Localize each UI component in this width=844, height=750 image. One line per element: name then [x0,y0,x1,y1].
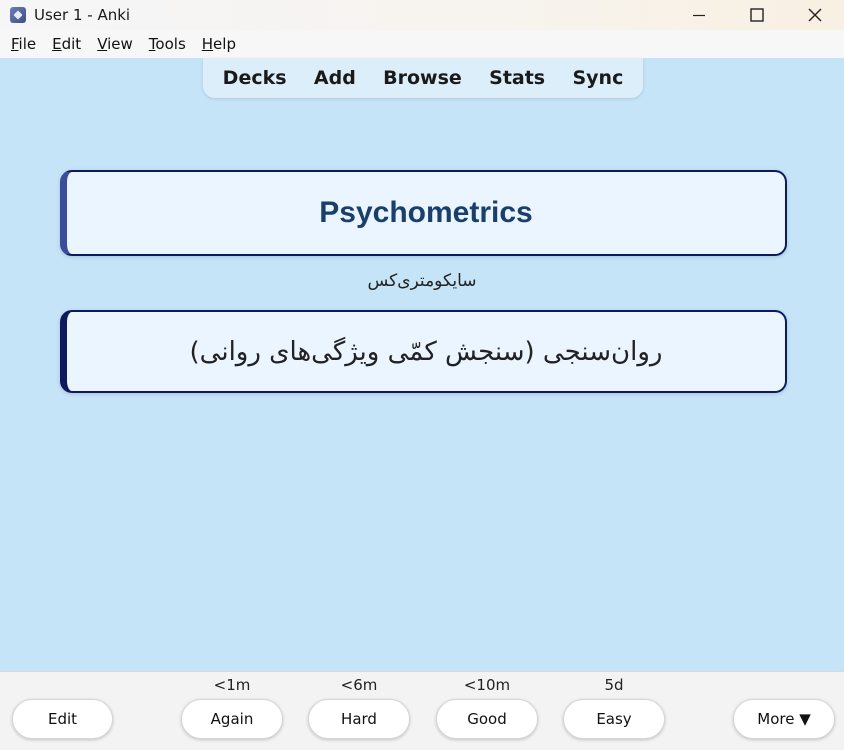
decks-link[interactable]: Decks [223,67,287,89]
menu-view-mnemonic: V [97,35,108,53]
again-interval: <1m [213,676,251,694]
card-hint-text: سایکومتری‌کس [367,271,477,291]
again-button[interactable]: Again [181,699,283,739]
menu-file-label: ile [18,35,37,53]
good-interval: <10m [463,676,511,694]
minimize-button[interactable] [670,0,728,30]
sync-link[interactable]: Sync [572,67,623,89]
hard-interval: <6m [340,676,378,694]
card-front: Psychometrics [60,170,787,256]
title-bar: User 1 - Anki [0,0,844,30]
menu-view-label: iew [107,35,133,53]
menu-view[interactable]: View [89,35,141,53]
menu-help-mnemonic: H [201,35,214,53]
easy-button[interactable]: Easy [563,699,665,739]
menu-edit-label: dit [61,35,82,53]
add-link[interactable]: Add [314,67,356,89]
hard-button[interactable]: Hard [308,699,410,739]
menu-file[interactable]: File [3,35,44,53]
card-back-text: روان‌سنجی (سنجش کمّی ویژگی‌های روانی) [189,336,663,367]
more-button[interactable]: More ▼ [733,699,835,739]
menu-tools-label: ools [155,35,186,53]
browse-link[interactable]: Browse [383,67,462,89]
minimize-icon [693,14,705,17]
menu-edit-mnemonic: E [52,35,62,53]
window-title: User 1 - Anki [34,6,131,24]
easy-interval: 5d [604,676,624,694]
close-button[interactable] [786,0,844,30]
good-button[interactable]: Good [436,699,538,739]
anki-star-icon [10,7,26,23]
edit-button[interactable]: Edit [12,699,113,739]
main-toolbar: Decks Add Browse Stats Sync [203,58,643,98]
card-back: روان‌سنجی (سنجش کمّی ویژگی‌های روانی) [60,310,787,393]
menu-tools[interactable]: Tools [141,35,194,53]
window-controls [670,0,844,30]
card-front-text: Psychometrics [319,196,533,229]
menu-help[interactable]: Help [194,35,244,53]
maximize-button[interactable] [728,0,786,30]
stats-link[interactable]: Stats [489,67,545,89]
answer-bar: Edit <1m Again <6m Hard <10m Good 5d Eas… [0,671,844,750]
maximize-icon [750,8,764,22]
menu-file-mnemonic: F [11,35,19,53]
menu-help-label: elp [213,35,236,53]
close-icon [808,8,822,22]
menu-edit[interactable]: Edit [44,35,89,53]
menu-bar: File Edit View Tools Help [0,30,844,58]
